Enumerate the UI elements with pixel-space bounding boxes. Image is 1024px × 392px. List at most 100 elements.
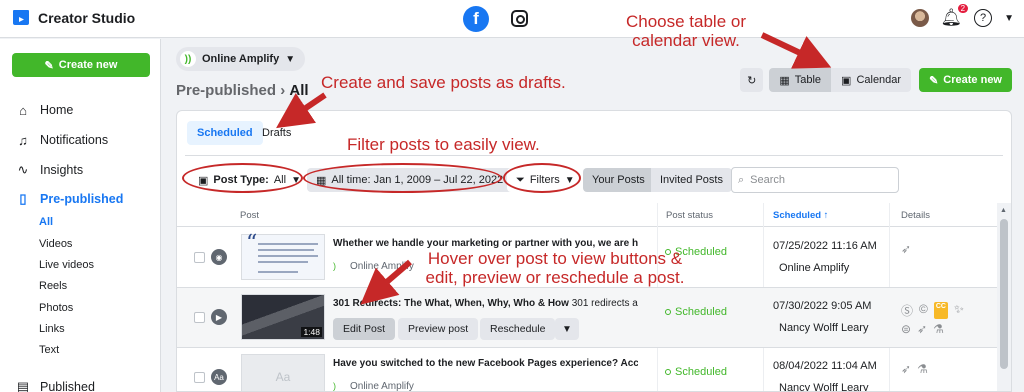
tab-drafts[interactable]: Drafts (252, 121, 301, 145)
calendar-view-label: Calendar (856, 74, 902, 86)
post-thumbnail[interactable] (241, 231, 325, 280)
copyright-icon[interactable]: © (919, 302, 928, 319)
sidebar-subitem-live-videos[interactable]: Live videos (39, 259, 94, 271)
details-icons: Ⓢ © CC ✨︎ (901, 302, 964, 319)
table-view-button[interactable]: ▦ Table (769, 68, 832, 92)
sidebar-subitem-photos[interactable]: Photos (39, 302, 73, 314)
sidebar-subitem-text[interactable]: Text (39, 344, 59, 356)
post-page: ) Online Amplify (333, 381, 414, 391)
view-toolbar: ↻ ▦ Table ▣ Calendar ✎ Create new (740, 68, 1012, 92)
table-icon: ▦ (779, 74, 790, 87)
more-actions-button[interactable]: ▼ (555, 318, 579, 340)
your-posts-toggle[interactable]: Your Posts (583, 168, 654, 192)
details-icons: ➶ ⚗ (901, 362, 928, 376)
annotation-view: Choose table or calendar view. (625, 12, 747, 50)
published-icon: ▤ (16, 379, 30, 392)
brand[interactable]: Creator Studio (12, 9, 135, 27)
sidebar-subitem-videos[interactable]: Videos (39, 238, 72, 250)
scroll-up-icon[interactable]: ▲ (1000, 207, 1007, 214)
photo-type-icon: ◉ (211, 249, 227, 265)
chevron-down-icon[interactable]: ▼ (1004, 13, 1014, 24)
search-input[interactable]: ⌕ Search (731, 167, 899, 193)
sidebar-subitem-links[interactable]: Links (39, 323, 65, 335)
refresh-button[interactable]: ↻ (740, 68, 764, 92)
insights-icon: ∿ (17, 162, 29, 177)
sidebar: ✎ Create new ⌂ Home ♫ Notifications ∿ In… (0, 39, 161, 392)
table-row[interactable]: Aa Aa Have you switched to the new Faceb… (177, 348, 997, 391)
status-text: Scheduled (675, 306, 727, 318)
help-icon[interactable]: ? (974, 9, 993, 27)
reschedule-button[interactable]: Reschedule (480, 318, 556, 340)
sidebar-subitem-reels[interactable]: Reels (39, 280, 67, 292)
column-details[interactable]: Details (901, 210, 930, 221)
sidebar-item-notifications[interactable]: ♫ Notifications (0, 129, 160, 151)
details-icons: ➶ (901, 242, 911, 256)
document-icon: ▯ (19, 191, 27, 206)
sidebar-item-label: Insights (40, 163, 84, 177)
post-description: 301 redirects are typic... (571, 298, 638, 309)
sidebar-item-label: Published (40, 380, 95, 392)
sidebar-item-home[interactable]: ⌂ Home (0, 99, 160, 121)
preview-post-button[interactable]: Preview post (398, 318, 479, 340)
captions-icon[interactable]: CC (933, 302, 948, 319)
breadcrumb-parent[interactable]: Pre-published (176, 82, 276, 99)
instagram-icon[interactable] (511, 10, 528, 27)
sidebar-item-insights[interactable]: ∿ Insights (0, 159, 160, 181)
annotation-filter: Filter posts to easily view. (347, 135, 540, 154)
sidebar-item-published[interactable]: ▤ Published (0, 376, 160, 392)
sidebar-item-label: Pre-published (40, 192, 124, 206)
rocket-icon[interactable]: ➶ (901, 362, 911, 376)
rocket-icon[interactable]: ➶ (917, 322, 927, 336)
column-scheduled[interactable]: Scheduled ↑ (773, 210, 828, 221)
edit-icon: ✎ (44, 59, 54, 72)
magic-wand-icon[interactable]: ✨︎ (954, 302, 964, 319)
chevron-down-icon: ▼ (562, 323, 572, 335)
create-new-label: Create new (943, 74, 1002, 86)
rocket-icon[interactable]: ➶ (901, 242, 911, 256)
scheduled-by: Online Amplify (779, 262, 850, 274)
scrollbar[interactable]: ▲ (997, 203, 1011, 391)
facebook-icon[interactable]: f (463, 6, 489, 32)
status-text: Scheduled (675, 366, 727, 378)
flask-icon[interactable]: ⚗ (917, 362, 928, 376)
flask-icon[interactable]: ⚗ (933, 322, 944, 336)
create-new-label: Create new (58, 59, 118, 71)
annotation-oval-post-type (182, 163, 303, 193)
post-thumbnail[interactable]: Aa (241, 354, 325, 391)
edit-icon: ✎ (929, 74, 939, 87)
create-new-button[interactable]: ✎ Create new (12, 53, 150, 77)
page-selector[interactable]: )) Online Amplify ▼ (176, 47, 306, 71)
row-checkbox[interactable] (194, 372, 205, 383)
row-checkbox[interactable] (194, 252, 205, 263)
sidebar-subitem-all[interactable]: All (39, 216, 53, 228)
video-duration: 1:48 (301, 327, 322, 337)
scrollbar-thumb[interactable] (1000, 219, 1008, 369)
invited-posts-toggle[interactable]: Invited Posts (651, 168, 732, 192)
status-badge: Scheduled (665, 306, 727, 318)
app-title: Creator Studio (38, 10, 136, 26)
row-checkbox[interactable] (194, 312, 205, 323)
monetization-icon[interactable]: Ⓢ (901, 302, 913, 319)
bell-icon[interactable]: 🔔︎ 2 (941, 4, 969, 28)
create-new-button-top[interactable]: ✎ Create new (919, 68, 1012, 92)
avatar[interactable] (910, 9, 929, 27)
video-type-icon: ▶ (211, 309, 227, 325)
column-post[interactable]: Post (240, 210, 259, 221)
annotation-oval-filters (503, 163, 581, 193)
post-thumbnail[interactable]: 1:48 (241, 294, 325, 340)
post-title: Have you switched to the new Facebook Pa… (333, 358, 638, 369)
page-selector-label: Online Amplify (202, 53, 280, 65)
table-row[interactable]: ▶ 1:48 301 Redirects: The What, When, Wh… (177, 288, 997, 348)
thumbnail-text: Aa (275, 370, 291, 384)
cross-post-icon[interactable]: ⊜ (901, 322, 911, 336)
scheduled-time: 07/25/2022 11:16 AM (773, 240, 877, 252)
page-logo-icon: ) (333, 261, 336, 271)
search-placeholder: Search (750, 174, 786, 186)
bell-icon: ♫ (18, 132, 28, 148)
table-header: Post Post status Scheduled ↑ Details (177, 203, 997, 227)
calendar-view-button[interactable]: ▣ Calendar (831, 68, 912, 92)
chevron-down-icon: ▼ (285, 53, 296, 65)
column-post-status[interactable]: Post status (666, 210, 713, 221)
sidebar-item-pre-published[interactable]: ▯ Pre-published (0, 188, 160, 210)
edit-post-button[interactable]: Edit Post (333, 318, 396, 340)
